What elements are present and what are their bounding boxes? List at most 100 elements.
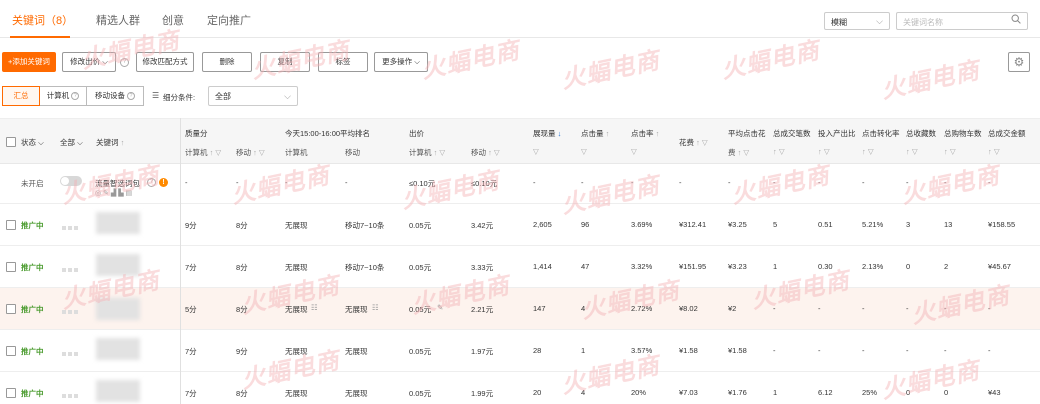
cell-cost: ¥312.41: [679, 220, 707, 229]
settings-button[interactable]: ⚙: [1008, 52, 1030, 72]
cell-rank-m: 移动7~10条: [345, 263, 385, 272]
header-clicks[interactable]: 点击量 ↑: [581, 128, 609, 139]
row-checkbox[interactable]: [6, 388, 16, 398]
header-all[interactable]: 全部 ⌵: [60, 137, 83, 148]
help-icon[interactable]: ?: [120, 58, 129, 67]
cell-impr: 147: [533, 304, 546, 313]
more-ops-button[interactable]: 更多操作 ⌵: [374, 52, 428, 72]
header-ctr[interactable]: 点击率 ↑: [631, 128, 659, 139]
header-bid-computer[interactable]: 计算机 ↑ ▽: [409, 147, 445, 158]
sort-filter-icon[interactable]: ↑ ▽: [944, 147, 956, 156]
list-icon[interactable]: ☷: [311, 303, 318, 312]
header-cvr: 点击转化率: [862, 129, 900, 138]
cell-clicks: 4: [581, 304, 586, 313]
cell-cost: ¥151.95: [679, 262, 707, 271]
sort-filter-icon[interactable]: ↑ ▽: [906, 147, 918, 156]
cell-bid-m: 3.42元: [471, 221, 494, 230]
keyword-pack-toggle[interactable]: [60, 176, 82, 186]
modify-bid-button[interactable]: 修改出价 ⌵: [62, 52, 116, 72]
cell-gmv: -: [988, 346, 991, 355]
tag-button[interactable]: 标签: [318, 52, 368, 72]
table-row: 推广中 7分 8分 无展现 无展现 0.05元 1.99元 20 4 20% ¥7.03 ¥1.76 1…: [0, 372, 1040, 404]
keyword-thumbnail: [96, 338, 140, 360]
row-checkbox[interactable]: [6, 220, 16, 230]
view-computer-label: 计算机: [46, 91, 70, 100]
filter-select[interactable]: 全部 ⌵: [208, 86, 298, 106]
sort-filter-icon[interactable]: ↑ ▽: [862, 147, 874, 156]
cell-bid-m: 3.33元: [471, 263, 494, 272]
row-checkbox[interactable]: [6, 346, 16, 356]
header-qs-mobile[interactable]: 移动 ↑ ▽: [236, 147, 265, 158]
header-keyword[interactable]: 关键词 ↑: [96, 137, 124, 148]
gear-icon: ⚙: [1013, 55, 1025, 69]
cell-qs-pc: 7分: [185, 347, 197, 356]
header-status[interactable]: 状态 ⌵: [21, 137, 44, 148]
warning-icon[interactable]: !: [159, 178, 168, 187]
tab-creative[interactable]: 创意: [162, 12, 184, 28]
view-summary[interactable]: 汇总: [2, 86, 40, 106]
cell-rank-pc: 无展现: [285, 263, 308, 272]
cell-roi: 0.30: [818, 262, 833, 271]
keyword-search-input[interactable]: 关键词名称: [896, 12, 1028, 30]
table-row: 推广中 7分 9分 无展现 无展现 0.05元 1.97元 28 1 3.57% ¥1.58 ¥1.5…: [0, 330, 1040, 372]
copy-button[interactable]: 复制: [260, 52, 310, 72]
cell-roi: 6.12: [818, 388, 833, 397]
header-clicks-label: 点击量: [581, 129, 604, 138]
view-computer[interactable]: 计算机 ?: [39, 86, 87, 106]
row-action-dots[interactable]: [62, 223, 86, 230]
row-checkbox[interactable]: [6, 262, 16, 272]
tab-selected-audience[interactable]: 精选人群: [96, 12, 140, 28]
cell-bid-m: 1.97元: [471, 347, 494, 356]
list-icon[interactable]: ☷: [372, 303, 379, 312]
tab-keywords[interactable]: 关键词（8）: [12, 12, 73, 28]
tab-targeted-promotion[interactable]: 定向推广: [207, 12, 251, 28]
filter-icon[interactable]: ▽: [533, 147, 539, 156]
cell-qs-m: 8分: [236, 221, 248, 230]
filter-icon[interactable]: ▽: [631, 147, 637, 156]
select-all-checkbox[interactable]: [6, 137, 16, 147]
frozen-column-divider: [180, 118, 181, 404]
help-icon: ?: [127, 92, 136, 101]
keyword-pack-name[interactable]: 流量智选词包: [95, 178, 140, 189]
cell-qs-pc: 9分: [185, 221, 197, 230]
header-qs-computer[interactable]: 计算机 ↑ ▽: [185, 147, 221, 158]
cell-dash: -: [533, 178, 536, 187]
row-action-dots[interactable]: [62, 265, 86, 272]
header-avg-cpc-sort[interactable]: 费 ↑ ▽: [728, 147, 749, 158]
cell-rank-m: 无展现: [345, 389, 368, 398]
row-checkbox[interactable]: [6, 304, 16, 314]
cell-txn: 1: [773, 262, 778, 271]
row-action-dots[interactable]: [62, 391, 86, 398]
modify-match-button[interactable]: 修改匹配方式: [136, 52, 194, 72]
header-cost[interactable]: 花费 ↑ ▽: [679, 137, 708, 148]
edit-icon[interactable]: ✎: [437, 303, 443, 312]
header-avg-cpc-label-2: 费: [728, 148, 736, 157]
sort-filter-icon[interactable]: ↑ ▽: [988, 147, 1000, 156]
chevron-down-icon: ⌵: [100, 57, 108, 66]
cell-rank-m: 无展现: [345, 305, 368, 314]
sort-filter-icon[interactable]: ↑ ▽: [773, 147, 785, 156]
cell-txn: -: [773, 304, 776, 313]
sort-filter-icon: ↑ ▽: [433, 148, 446, 157]
keyword-pack-action-icons[interactable]: ◎ ✎ ▟ ▙ ▤: [95, 189, 132, 197]
bid-mobile: ≤0.10元: [471, 179, 498, 188]
cell-bid-pc: 0.05元: [409, 347, 432, 356]
header-impressions[interactable]: 展现量 ↓: [533, 128, 561, 139]
filter-icon[interactable]: ▽: [581, 147, 587, 156]
row-action-dots[interactable]: [62, 307, 86, 314]
cell-cart: 13: [944, 220, 953, 229]
row-status: 推广中: [21, 347, 44, 356]
delete-button[interactable]: 删除: [202, 52, 252, 72]
search-icon[interactable]: [1011, 14, 1021, 24]
cell-dash: -: [773, 178, 776, 187]
view-mobile[interactable]: 移动设备 ?: [86, 86, 144, 106]
help-icon[interactable]: ?: [147, 178, 156, 187]
row-action-dots[interactable]: [62, 349, 86, 356]
cell-cpc: ¥1.58: [728, 346, 747, 355]
cell-ctr: 20%: [631, 388, 647, 397]
match-mode-select[interactable]: 模糊 ⌵: [824, 12, 890, 30]
sort-filter-icon[interactable]: ↑ ▽: [818, 147, 830, 156]
add-keyword-button[interactable]: +添加关键词: [2, 52, 56, 72]
header-bid-mobile[interactable]: 移动 ↑ ▽: [471, 147, 500, 158]
filter-value: 全部: [215, 92, 231, 101]
